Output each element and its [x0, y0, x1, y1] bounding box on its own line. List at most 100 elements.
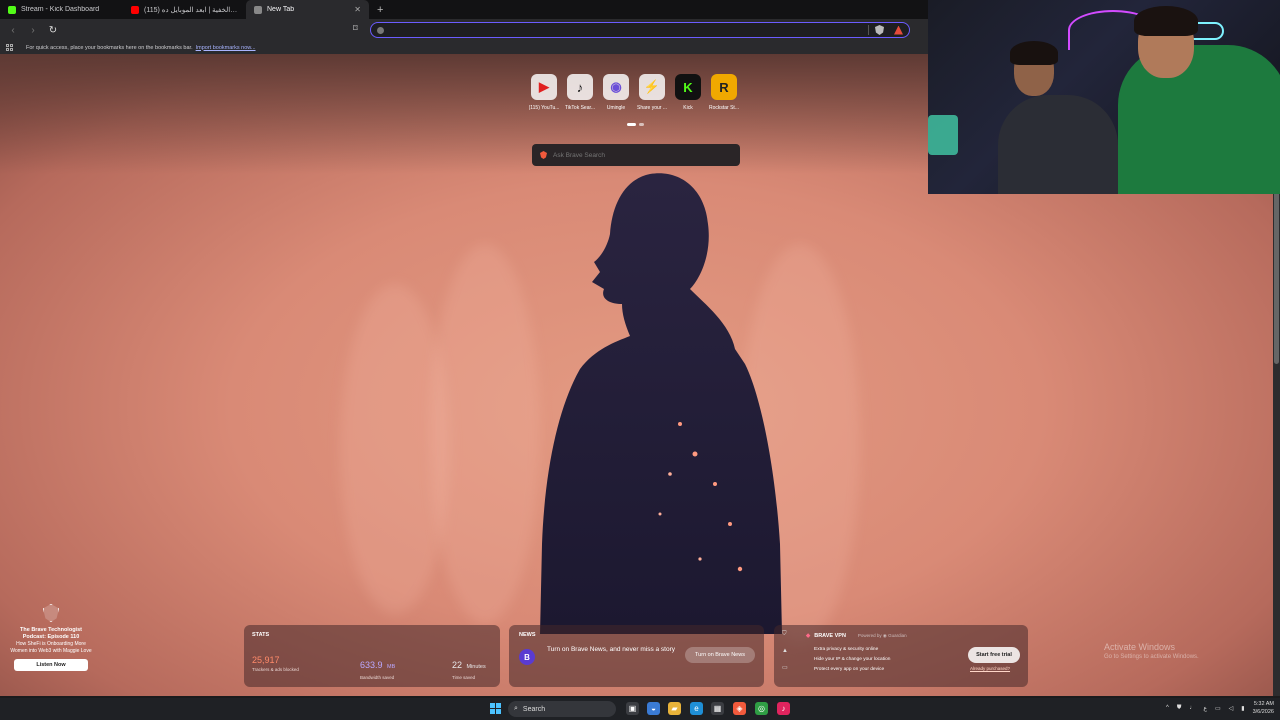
volume-icon[interactable]: ◁ [1229, 705, 1234, 712]
bandwidth-label: Bandwidth saved [360, 675, 395, 680]
vpn-feature-list: Extra privacy & security online Hide you… [814, 645, 890, 675]
close-tab-icon[interactable]: ✕ [354, 5, 361, 14]
sponsor-text: How SheFi is Onboarding More Women into … [10, 641, 92, 654]
top-site-umingle[interactable]: ◉ Umingle [598, 74, 634, 111]
tab-new-tab[interactable]: New Tab ✕ [246, 0, 369, 19]
activate-windows-watermark: Activate Windows Go to Settings to activ… [1104, 642, 1199, 660]
green-light [928, 115, 958, 155]
search-icon: ⌕ [514, 705, 518, 712]
reload-icon[interactable]: ↻ [46, 23, 60, 37]
brave-technologist-logo-icon [43, 604, 59, 622]
top-site-tiktok[interactable]: ♪ TikTok Sear... [562, 74, 598, 111]
news-title: NEWS [519, 632, 536, 638]
brave-lion-icon [540, 151, 547, 159]
top-site-share[interactable]: ⚡ Share your ... [634, 74, 670, 111]
file-explorer-icon[interactable]: ▰ [668, 702, 681, 715]
address-input[interactable] [388, 25, 868, 35]
tiktok-app-icon[interactable]: ♪ [777, 702, 790, 715]
network-icon[interactable]: ▭ [1215, 705, 1221, 712]
vpn-feature: Hide your IP & change your location [814, 657, 891, 662]
windows-taskbar: ⌕ Search ▣ ◒ e ▰ ▦ ◈ ◎ ♪ ^ ⛊ ♩ ع ▭ ◁ ▮ 5… [0, 698, 1280, 720]
site-info-icon[interactable] [377, 26, 384, 34]
edge-icon[interactable]: e [690, 702, 703, 715]
top-site-label: Kick [683, 105, 693, 111]
top-site-youtube[interactable]: ▶ (115) YouTu... [526, 74, 562, 111]
vpn-tab-icon[interactable]: ⛉ [782, 631, 788, 638]
sponsor-title: The Brave Technologist Podcast: Episode … [20, 627, 82, 640]
tab-title: New Tab [267, 6, 295, 13]
listen-now-button[interactable]: Listen Now [14, 659, 88, 671]
tab-kick-dashboard[interactable]: Stream - Kick Dashboard [0, 0, 123, 19]
back-arrow-icon[interactable]: ‹ [6, 23, 20, 37]
top-sites-pager[interactable] [627, 123, 644, 126]
address-bar[interactable] [370, 22, 910, 38]
top-sites: ▶ (115) YouTu... ♪ TikTok Sear... ◉ Umin… [526, 74, 742, 111]
brave-rewards-icon[interactable] [894, 25, 903, 35]
time-stat: 22 Minutes Time saved [452, 655, 486, 680]
cards-tab-icon[interactable]: ▭ [782, 664, 788, 671]
top-site-label: Umingle [606, 105, 626, 111]
brave-browser-icon[interactable]: ◈ [733, 702, 746, 715]
top-site-label: (115) YouTu... [528, 105, 560, 111]
rewards-tab-icon[interactable]: ▲ [782, 648, 788, 654]
brave-shields-icon[interactable] [875, 25, 884, 35]
microphone-icon[interactable]: ♩ [1189, 705, 1195, 711]
taskbar-clock[interactable]: 5:32 AM 3/6/2026 [1253, 700, 1274, 716]
tab-title: (115) الكاميرا الخفية | ابعد الموبايل ده [144, 6, 238, 14]
taskbar-search-label: Search [522, 705, 546, 713]
trackers-label: Trackers & ads blocked [252, 667, 299, 672]
system-tray: ^ ⛊ ♩ ع ▭ ◁ ▮ 5:32 AM 3/6/2026 [1166, 700, 1274, 716]
battery-icon[interactable]: ▮ [1241, 705, 1244, 712]
news-widget: NEWS B Turn on Brave News, and never mis… [509, 625, 764, 687]
top-site-rockstar[interactable]: R Rockstar St... [706, 74, 742, 111]
taskbar-search[interactable]: ⌕ Search [508, 701, 616, 717]
chevron-up-icon[interactable]: ^ [1166, 705, 1169, 711]
vpn-logo-icon: ◆ [806, 633, 811, 639]
already-purchased-link[interactable]: Already purchased? [970, 666, 1010, 671]
vpn-feature: Protect every app on your device [814, 667, 885, 672]
address-bar-divider [868, 25, 869, 35]
turn-on-news-button[interactable]: Turn on Brave News [685, 647, 755, 663]
language-icon[interactable]: ع [1203, 705, 1207, 712]
browser-toolbar: ‹ › ↻ ⌑ [0, 19, 928, 41]
time-unit: Minutes [466, 664, 486, 670]
brave-search-box[interactable] [532, 144, 740, 166]
clock-time: 5:32 AM [1253, 701, 1274, 707]
clock-date: 3/6/2026 [1252, 709, 1274, 715]
youtube-favicon-icon [131, 5, 139, 14]
vpn-powered-by: Powered by ◉ Guardian [857, 633, 907, 638]
copilot-icon[interactable]: ◒ [647, 702, 660, 715]
rockstar-icon: R [711, 74, 737, 100]
chrome-icon[interactable]: ◎ [755, 702, 768, 715]
vpn-header: ◆ BRAVE VPN Powered by ◉ Guardian [806, 633, 907, 639]
person-body [998, 95, 1118, 194]
top-site-label: Share your ... [636, 105, 667, 111]
person-head [1134, 6, 1198, 78]
windows-start-icon[interactable] [490, 703, 501, 714]
tab-title: Stream - Kick Dashboard [21, 6, 100, 13]
task-view-icon[interactable]: ▣ [626, 702, 639, 715]
watermark-line1: Activate Windows [1104, 642, 1176, 652]
top-site-kick[interactable]: K Kick [670, 74, 706, 111]
top-site-label: TikTok Sear... [564, 105, 596, 111]
apps-grid-icon[interactable] [6, 43, 14, 52]
bookmarks-bar: For quick access, place your bookmarks h… [0, 41, 928, 54]
start-free-trial-button[interactable]: Start free trial [968, 647, 1020, 663]
kick-favicon-icon [8, 5, 16, 14]
news-text: Turn on Brave News, and never miss a sto… [547, 646, 676, 653]
bookmark-icon[interactable]: ⌑ [353, 23, 358, 34]
new-tab-plus-icon[interactable]: + [369, 4, 391, 16]
import-bookmarks-link[interactable]: Import bookmarks now... [196, 45, 256, 51]
stats-title: STATS [252, 632, 270, 638]
brave-search-input[interactable] [553, 151, 732, 159]
person-head [1010, 41, 1058, 96]
webcam-overlay [928, 0, 1280, 194]
forward-arrow-icon[interactable]: › [26, 23, 40, 37]
microsoft-store-icon[interactable]: ▦ [711, 702, 724, 715]
bandwidth-value: 633.9 [360, 660, 383, 670]
tab-youtube-video[interactable]: (115) الكاميرا الخفية | ابعد الموبايل ده [123, 0, 246, 19]
person-body [1118, 45, 1280, 194]
background-ghost-silhouette [430, 244, 540, 624]
shield-tray-icon[interactable]: ⛊ [1177, 705, 1182, 712]
watermark-line2: Go to Settings to activate Windows. [1104, 654, 1199, 660]
